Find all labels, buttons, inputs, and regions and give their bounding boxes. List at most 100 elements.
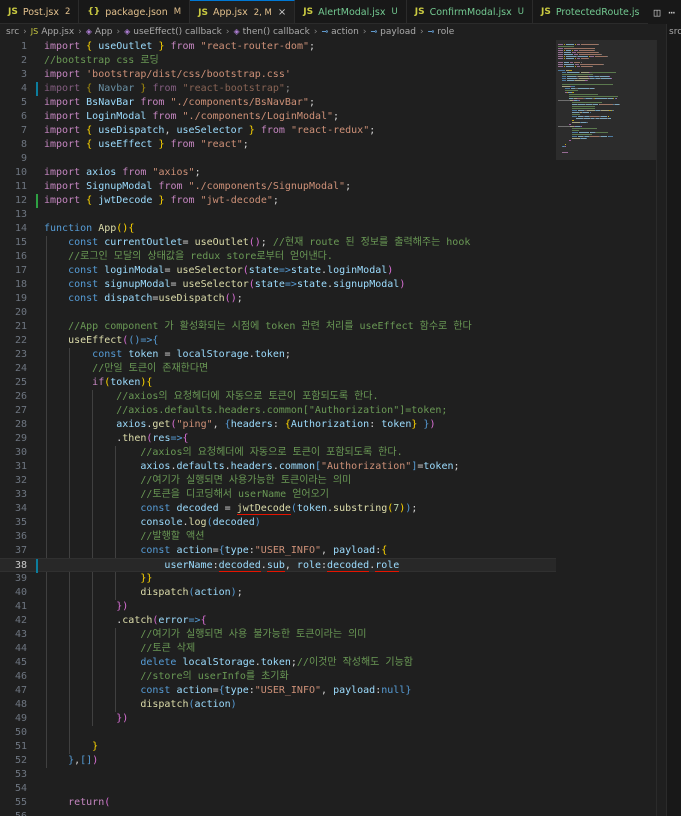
tab-protectedroute-js[interactable]: JS ProtectedRoute.js: [533, 0, 649, 23]
code-line[interactable]: 22 useEffect(()=>{: [0, 334, 556, 348]
code-line[interactable]: 24 //만일 토큰이 존재한다면: [0, 362, 556, 376]
line-number: 54: [14, 783, 27, 794]
code-line[interactable]: 18 const signupModal= useSelector(state=…: [0, 278, 556, 292]
code-text: },[]): [68, 755, 99, 766]
code-line[interactable]: 25 if(token){: [0, 376, 556, 390]
code-line[interactable]: 50: [0, 726, 556, 740]
code-line[interactable]: 28 axios.get("ping", {headers: {Authoriz…: [0, 418, 556, 432]
code-line[interactable]: 34 const decoded = jwtDecode(token.subst…: [0, 502, 556, 516]
code-line[interactable]: 15 const currentOutlet= useOutlet(); //현…: [0, 236, 556, 250]
code-line[interactable]: 17 const loginModal= useSelector(state=>…: [0, 264, 556, 278]
code-text: import SignupModal from "./components/Si…: [44, 181, 352, 192]
tab-label: AlertModal.jsx: [318, 6, 386, 18]
vertical-scrollbar[interactable]: [656, 40, 666, 816]
code-text: const dispatch=useDispatch();: [68, 293, 243, 304]
tab-status-badge: M: [173, 7, 182, 17]
code-line[interactable]: 16 //로그인 모달의 상태값을 redux store로부터 얻어낸다.: [0, 250, 556, 264]
code-line[interactable]: 12 import { jwtDecode } from "jwt-decode"…: [0, 194, 556, 208]
code-line[interactable]: 45 delete localStorage.token;//이것만 작성해도 …: [0, 656, 556, 670]
tab-alertmodal-jsx[interactable]: JS AlertModal.jsx U: [295, 0, 407, 23]
code-line[interactable]: 32 //여기가 실행되면 사용가능한 토큰이라는 의미: [0, 474, 556, 488]
code-editor[interactable]: 1 import { useOutlet } from "react-router…: [0, 40, 556, 816]
tab-label: ProtectedRoute.js: [555, 6, 640, 18]
code-line[interactable]: 56: [0, 810, 556, 816]
code-line[interactable]: 42 .catch(error=>{: [0, 614, 556, 628]
code-line[interactable]: 37 const action={type:"USER_INFO", paylo…: [0, 544, 556, 558]
code-line[interactable]: 20: [0, 306, 556, 320]
code-line[interactable]: 8 import { useEffect } from "react";: [0, 138, 556, 152]
code-text: //토큰 삭제: [140, 643, 196, 654]
code-line[interactable]: 10 import axios from "axios";: [0, 166, 556, 180]
code-line[interactable]: 5 import BsNavBar from "./components/BsNa…: [0, 96, 556, 110]
code-line[interactable]: 44 //토큰 삭제: [0, 642, 556, 656]
code-line[interactable]: 39 }}: [0, 572, 556, 586]
code-line[interactable]: 9: [0, 152, 556, 166]
code-line[interactable]: 29 .then(res=>{: [0, 432, 556, 446]
tab-package-json[interactable]: {} package.json M: [79, 0, 191, 23]
more-icon[interactable]: ⋯: [668, 6, 675, 19]
code-line[interactable]: 35 console.log(decoded): [0, 516, 556, 530]
code-line[interactable]: 13: [0, 208, 556, 222]
line-number: 13: [14, 209, 27, 220]
code-line[interactable]: 51 }: [0, 740, 556, 754]
code-line[interactable]: 40 dispatch(action);: [0, 586, 556, 600]
code-line[interactable]: 46 //store의 userInfo를 초기화: [0, 670, 556, 684]
code-line[interactable]: 55 return(: [0, 796, 556, 810]
git-added-marker[interactable]: [36, 194, 38, 208]
breadcrumb-item[interactable]: ◈ useEffect() callback: [124, 27, 222, 37]
code-line[interactable]: 3 import 'bootstrap/dist/css/bootstrap.cs…: [0, 68, 556, 82]
code-text: //axios의 요청헤더에 자동으로 토큰이 포함되도록 한다.: [140, 447, 403, 458]
breadcrumb-item[interactable]: ⊸ action: [321, 27, 358, 37]
code-line[interactable]: 33 //토큰을 디코딩해서 userName 얻어오기: [0, 488, 556, 502]
code-line[interactable]: 6 import LoginModal from "./components/Lo…: [0, 110, 556, 124]
code-line[interactable]: 38 userName:decoded.sub, role:decoded.ro…: [0, 558, 556, 573]
code-line[interactable]: 36 //발행할 액션: [0, 530, 556, 544]
breadcrumb-item[interactable]: ⊸ payload: [370, 27, 416, 37]
code-line[interactable]: 47 const action={type:"USER_INFO", paylo…: [0, 684, 556, 698]
code-line[interactable]: 14 function App(){: [0, 222, 556, 236]
code-line[interactable]: 48 dispatch(action): [0, 698, 556, 712]
breadcrumb-item[interactable]: src: [6, 27, 19, 37]
breadcrumb-label: then() callback: [242, 27, 310, 37]
tab-confirmmodal-jsx[interactable]: JS ConfirmModal.jsx U: [407, 0, 533, 23]
code-line[interactable]: 54: [0, 782, 556, 796]
code-line[interactable]: 21 //App component 가 활성화되는 시점에 token 관련 …: [0, 320, 556, 334]
code-line[interactable]: 41 }): [0, 600, 556, 614]
line-number: 24: [14, 363, 27, 374]
code-line[interactable]: 30 //axios의 요청헤더에 자동으로 토큰이 포함되도록 한다.: [0, 446, 556, 460]
breadcrumb-item[interactable]: ◈ then() callback: [233, 27, 309, 37]
tab-post-jsx[interactable]: JS Post.jsx 2: [0, 0, 80, 23]
side-panel-breadcrumb: src: [669, 27, 681, 37]
code-line[interactable]: 43 //여기가 실행되면 사용 불가능한 토큰이라는 의미: [0, 628, 556, 642]
code-line[interactable]: 2 //bootstrap css 로딩: [0, 54, 556, 68]
breadcrumb-item[interactable]: ◈ App: [86, 27, 113, 37]
git-modified-marker[interactable]: [36, 559, 38, 573]
tab-label: Post.jsx: [22, 6, 59, 18]
git-modified-marker[interactable]: [36, 82, 38, 96]
code-line[interactable]: 49 }): [0, 712, 556, 726]
file-type-icon: JS: [414, 7, 425, 17]
breadcrumb-item[interactable]: JS App.jsx: [31, 27, 74, 37]
tab-status-badge: 2: [64, 7, 71, 17]
code-line[interactable]: 1 import { useOutlet } from "react-router…: [0, 40, 556, 54]
file-type-icon: JS: [303, 7, 314, 17]
line-number: 7: [20, 125, 27, 136]
code-line[interactable]: 31 axios.defaults.headers.common["Author…: [0, 460, 556, 474]
code-line[interactable]: 26 //axios의 요청헤더에 자동으로 토큰이 포함되도록 한다.: [0, 390, 556, 404]
code-line[interactable]: 7 import { useDispatch, useSelector } fro…: [0, 124, 556, 138]
tab-status-badge: U: [517, 7, 524, 17]
code-line[interactable]: 19 const dispatch=useDispatch();: [0, 292, 556, 306]
split-editor-icon[interactable]: ◫: [654, 6, 661, 19]
tab-app-jsx[interactable]: JS App.jsx 2, M ×: [190, 0, 296, 23]
close-icon[interactable]: ×: [278, 7, 286, 18]
minimap[interactable]: [556, 40, 656, 816]
code-line[interactable]: 27 //axios.defaults.headers.common["Auth…: [0, 404, 556, 418]
code-line[interactable]: 11 import SignupModal from "./components/…: [0, 180, 556, 194]
code-line[interactable]: 4 import { Navbar } from "react-bootstrap…: [0, 82, 556, 96]
line-number: 50: [14, 727, 27, 738]
code-line[interactable]: 53: [0, 768, 556, 782]
code-line[interactable]: 23 const token = localStorage.token;: [0, 348, 556, 362]
breadcrumb-item[interactable]: ⊸ role: [428, 27, 455, 37]
minimap-slider[interactable]: [556, 40, 656, 160]
code-line[interactable]: 52 },[]): [0, 754, 556, 768]
